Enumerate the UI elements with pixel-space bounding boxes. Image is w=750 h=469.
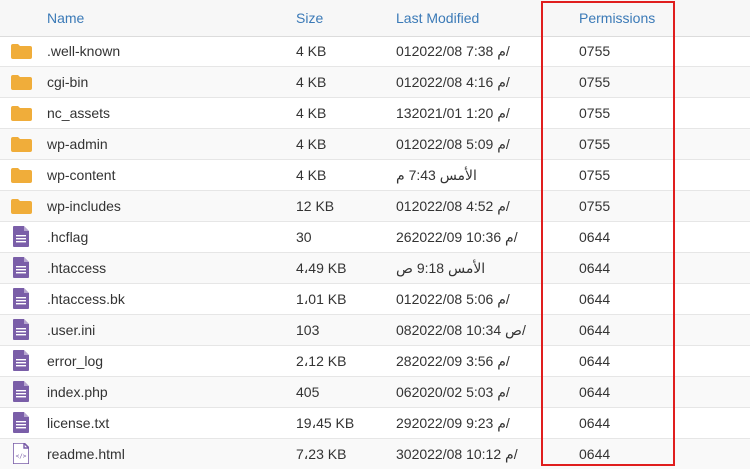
file-size: 4 KB [296,43,327,59]
folder-icon [11,102,33,124]
folder-icon [11,133,33,155]
file-size: 4 KB [296,167,327,183]
column-header-name[interactable]: Name [47,10,84,26]
file-size: 12 KB [296,198,335,214]
table-row[interactable]: .well-known 4 KB 01م 7:38 2022/08/0755 [0,36,750,67]
file-icon [11,381,33,403]
file-last-modified: 13م 1:20 2021/01/ [396,105,510,121]
file-last-modified: 01م 5:06 2022/08/ [396,291,510,307]
file-size: 103 [296,322,320,338]
file-permissions[interactable]: 0644 [579,322,610,338]
file-icon [11,257,33,279]
file-name[interactable]: .htaccess [47,260,106,276]
file-permissions[interactable]: 0755 [579,43,610,59]
file-name[interactable]: cgi-bin [47,74,88,90]
file-name[interactable]: .htaccess.bk [47,291,125,307]
column-header-permissions[interactable]: Permissions [579,10,655,26]
table-row[interactable]: .user.ini 103 08ص 10:34 2022/08/0644 [0,315,750,346]
code-file-icon: </> [11,443,33,465]
table-row[interactable]: wp-includes 12 KB 01م 4:52 2022/08/0755 [0,191,750,222]
file-name[interactable]: wp-content [47,167,115,183]
column-header-last-modified[interactable]: Last Modified [396,10,479,26]
file-permissions[interactable]: 0755 [579,198,610,214]
file-name[interactable]: wp-admin [47,136,108,152]
file-permissions[interactable]: 0644 [579,446,610,462]
file-name[interactable]: index.php [47,384,108,400]
table-header: Name Size Last Modified Permissions [0,0,750,37]
file-size: 4،49 KB [296,260,347,276]
folder-icon [11,164,33,186]
file-last-modified: الأمس 9:18 ص [396,260,486,276]
table-row[interactable]: .hcflag 30 26م 10:36 2022/09/0644 [0,222,750,253]
file-name[interactable]: .user.ini [47,322,95,338]
file-size: 4 KB [296,105,327,121]
folder-icon [11,40,33,62]
file-size: 405 [296,384,320,400]
table-row[interactable]: .htaccess.bk 1،01 KB 01م 5:06 2022/08/0644 [0,284,750,315]
file-last-modified: 30م 10:12 2022/08/ [396,446,518,462]
table-row[interactable]: .htaccess 4،49 KB الأمس 9:18 ص 0644 [0,253,750,284]
file-last-modified: 01م 7:38 2022/08/ [396,43,510,59]
file-last-modified: 06م 5:03 2020/02/ [396,384,510,400]
file-permissions[interactable]: 0755 [579,136,610,152]
file-name[interactable]: license.txt [47,415,109,431]
file-last-modified: 01م 5:09 2022/08/ [396,136,510,152]
file-icon [11,288,33,310]
file-permissions[interactable]: 0644 [579,260,610,276]
file-name[interactable]: wp-includes [47,198,121,214]
file-permissions[interactable]: 0755 [579,167,610,183]
file-name[interactable]: nc_assets [47,105,110,121]
file-permissions[interactable]: 0644 [579,353,610,369]
table-row[interactable]: wp-content 4 KB الأمس 7:43 م 0755 [0,160,750,191]
file-permissions[interactable]: 0644 [579,229,610,245]
file-name[interactable]: .well-known [47,43,120,59]
table-row[interactable]: index.php 405 06م 5:03 2020/02/0644 [0,377,750,408]
file-size: 7،23 KB [296,446,347,462]
table-row[interactable]: license.txt 19،45 KB 29م 9:23 2022/09/0644 [0,408,750,439]
file-size: 1،01 KB [296,291,347,307]
file-name[interactable]: .hcflag [47,229,88,245]
table-row[interactable]: wp-admin 4 KB 01م 5:09 2022/08/0755 [0,129,750,160]
table-row[interactable]: nc_assets 4 KB 13م 1:20 2021/01/0755 [0,98,750,129]
file-manager-table: Name Size Last Modified Permissions .wel… [0,0,750,469]
file-size: 4 KB [296,74,327,90]
file-name[interactable]: error_log [47,353,103,369]
folder-icon [11,195,33,217]
file-last-modified: 29م 9:23 2022/09/ [396,415,510,431]
file-list: .well-known 4 KB 01م 7:38 2022/08/0755 cgi-… [0,36,750,469]
svg-text:</>: </> [16,453,27,460]
file-permissions[interactable]: 0644 [579,291,610,307]
folder-icon [11,71,33,93]
file-permissions[interactable]: 0755 [579,105,610,121]
file-last-modified: 01م 4:16 2022/08/ [396,74,510,90]
file-permissions[interactable]: 0644 [579,415,610,431]
file-name[interactable]: readme.html [47,446,125,462]
column-header-size[interactable]: Size [296,10,323,26]
file-size: 4 KB [296,136,327,152]
file-permissions[interactable]: 0644 [579,384,610,400]
file-last-modified: 28م 3:56 2022/09/ [396,353,510,369]
file-last-modified: 08ص 10:34 2022/08/ [396,322,526,338]
file-icon [11,412,33,434]
file-icon [11,350,33,372]
file-permissions[interactable]: 0755 [579,74,610,90]
file-last-modified: الأمس 7:43 م [396,167,477,183]
file-size: 30 [296,229,312,245]
file-last-modified: 01م 4:52 2022/08/ [396,198,510,214]
table-row[interactable]: </> readme.html 7،23 KB 30م 10:12 2022/08/0… [0,439,750,469]
file-size: 2،12 KB [296,353,347,369]
file-last-modified: 26م 10:36 2022/09/ [396,229,518,245]
table-row[interactable]: cgi-bin 4 KB 01م 4:16 2022/08/0755 [0,67,750,98]
file-icon [11,319,33,341]
file-size: 19،45 KB [296,415,355,431]
table-row[interactable]: error_log 2،12 KB 28م 3:56 2022/09/0644 [0,346,750,377]
file-icon [11,226,33,248]
